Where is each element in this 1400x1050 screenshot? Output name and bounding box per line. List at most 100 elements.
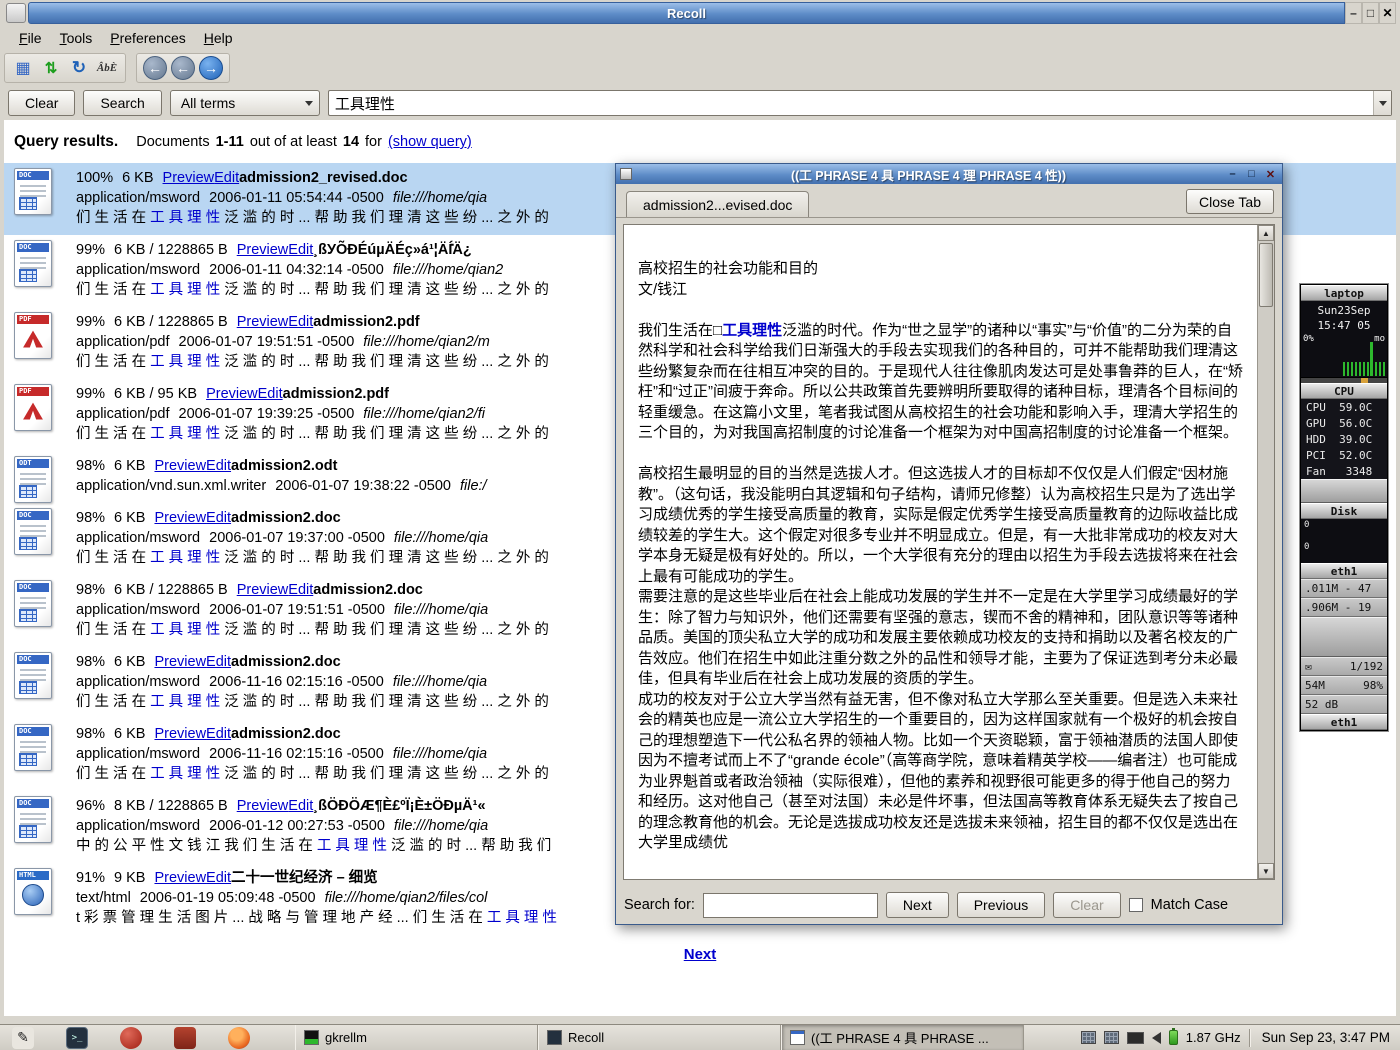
update-index-icon[interactable]: ▦ — [11, 56, 35, 80]
preview-link[interactable]: Preview — [154, 726, 206, 742]
result-relevance: 98% — [76, 458, 105, 474]
edit-link[interactable]: Edit — [288, 582, 313, 598]
result-mime: application/pdf — [76, 406, 170, 422]
menu-preferences[interactable]: Preferences — [101, 27, 195, 49]
edit-link[interactable]: Edit — [258, 386, 283, 402]
results-header: Query results. Documents 1-11 out of at … — [4, 120, 1396, 163]
find-clear-button[interactable]: Clear — [1053, 892, 1120, 918]
gk-disk-chart: 0 — [1301, 519, 1387, 541]
battery-icon[interactable] — [1169, 1030, 1178, 1045]
result-url: file:///home/qia — [394, 818, 488, 834]
gk-clock: Sun23Sep 15:47 05 — [1301, 301, 1387, 333]
gk-cpu-label: CPU — [1301, 383, 1387, 399]
preview-tab[interactable]: admission2...evised.doc — [626, 191, 809, 217]
preview-link[interactable]: Preview — [237, 582, 289, 598]
preview-link[interactable]: Preview — [154, 510, 206, 526]
preview-link[interactable]: Preview — [237, 242, 289, 258]
edit-link[interactable]: Edit — [206, 870, 231, 886]
doc-file-icon: DOC — [14, 796, 52, 843]
scroll-down-icon[interactable]: ▼ — [1258, 863, 1274, 879]
search-mode-select[interactable]: All terms — [170, 90, 320, 116]
menu-tools[interactable]: Tools — [51, 27, 102, 49]
gk-net-row: .011M - 47 — [1301, 579, 1387, 598]
result-url: file:///home/qia — [394, 530, 488, 546]
gk-disk-chart: 0 — [1301, 541, 1387, 563]
keyboard-layout-icon[interactable] — [1127, 1032, 1144, 1044]
grid-applet-icon[interactable] — [1104, 1031, 1119, 1044]
preview-scrollbar[interactable]: ▲ ▼ — [1257, 225, 1274, 879]
titlebar-bar: Recoll — [28, 2, 1345, 24]
doc-file-icon: DOC — [14, 168, 52, 215]
find-input[interactable] — [703, 893, 878, 918]
result-title: admission2_revised.doc — [239, 170, 407, 186]
minimize-icon[interactable]: – — [1345, 2, 1362, 24]
menu-help[interactable]: Help — [195, 27, 242, 49]
editor-icon[interactable] — [174, 1027, 196, 1049]
task-button[interactable]: gkrellm — [295, 1025, 538, 1050]
result-mime: application/msword — [76, 602, 200, 618]
next-page-icon[interactable]: → — [199, 56, 223, 80]
show-query-link[interactable]: (show query) — [388, 134, 472, 150]
result-relevance: 99% — [76, 242, 105, 258]
close-tab-button[interactable]: Close Tab — [1186, 189, 1274, 214]
preview-close-icon[interactable]: ✕ — [1263, 167, 1278, 182]
menu-file[interactable]: File — [10, 27, 51, 49]
result-url: file:///home/qia — [393, 674, 487, 690]
result-relevance: 98% — [76, 510, 105, 526]
task-button[interactable]: Recoll — [538, 1025, 781, 1050]
preview-link[interactable]: Preview — [154, 870, 206, 886]
result-size: 6 KB / 1228865 B — [114, 582, 228, 598]
package-icon[interactable] — [120, 1027, 142, 1049]
preview-document-area[interactable]: 高校招生的社会功能和目的文/钱江 我们生活在□工具理性泛滥的时代。作为“世之显学… — [623, 224, 1275, 880]
previous-page-icon[interactable]: ← — [171, 56, 195, 80]
gk-uptime-panel — [1301, 479, 1387, 503]
task-button[interactable]: ((工 PHRASE 4 具 PHRASE ... — [781, 1025, 1024, 1050]
html-file-icon: HTML — [14, 868, 52, 915]
edit-link[interactable]: Edit — [214, 170, 239, 186]
firefox-icon[interactable] — [228, 1027, 250, 1049]
result-mime: application/msword — [76, 262, 200, 278]
gk-spacer-panel — [1301, 617, 1387, 657]
doc-file-icon: DOC — [14, 652, 52, 699]
close-icon[interactable]: ✕ — [1379, 2, 1396, 24]
preview-link[interactable]: Preview — [154, 654, 206, 670]
query-history-icon[interactable] — [1373, 91, 1391, 115]
gk-fan: Fan 3348 — [1301, 463, 1387, 479]
preview-link[interactable]: Preview — [163, 170, 215, 186]
search-button[interactable]: Search — [83, 90, 161, 116]
scrollbar-thumb[interactable] — [1259, 243, 1273, 307]
ink-icon[interactable]: ✎ — [12, 1027, 34, 1049]
find-previous-button[interactable]: Previous — [957, 892, 1045, 918]
scroll-up-icon[interactable]: ▲ — [1258, 225, 1274, 241]
index-status-icon[interactable]: ⇅ — [39, 56, 63, 80]
match-case-checkbox[interactable] — [1129, 898, 1143, 912]
result-total: 14 — [343, 134, 359, 150]
preview-link[interactable]: Preview — [154, 458, 206, 474]
terminal-icon[interactable]: >_ — [66, 1027, 88, 1049]
next-results-link[interactable]: Next — [684, 946, 717, 963]
maximize-icon[interactable]: □ — [1362, 2, 1379, 24]
find-next-button[interactable]: Next — [886, 892, 949, 918]
preview-minimize-icon[interactable]: – — [1225, 167, 1240, 182]
first-page-icon[interactable]: ← — [143, 56, 167, 80]
preview-link[interactable]: Preview — [237, 798, 289, 814]
edit-link[interactable]: Edit — [206, 458, 231, 474]
result-range: 1-11 — [216, 134, 244, 150]
edit-link[interactable]: Edit — [206, 654, 231, 670]
edit-link[interactable]: Edit — [206, 510, 231, 526]
edit-link[interactable]: Edit — [288, 314, 313, 330]
edit-link[interactable]: Edit — [288, 798, 313, 814]
volume-icon[interactable] — [1152, 1032, 1161, 1044]
result-date: 2006-01-12 00:27:53 -0500 — [209, 818, 385, 834]
preview-link[interactable]: Preview — [206, 386, 258, 402]
recoll-app-icon — [6, 3, 26, 23]
clear-button[interactable]: Clear — [8, 90, 75, 116]
edit-link[interactable]: Edit — [288, 242, 313, 258]
preview-maximize-icon[interactable]: □ — [1244, 167, 1259, 182]
pager-icon[interactable] — [1081, 1031, 1096, 1044]
search-input[interactable] — [329, 91, 1373, 115]
rerun-query-icon[interactable]: ↻ — [67, 56, 91, 80]
edit-link[interactable]: Edit — [206, 726, 231, 742]
term-explorer-icon[interactable]: ÂbÈ — [95, 56, 119, 80]
preview-link[interactable]: Preview — [237, 314, 289, 330]
